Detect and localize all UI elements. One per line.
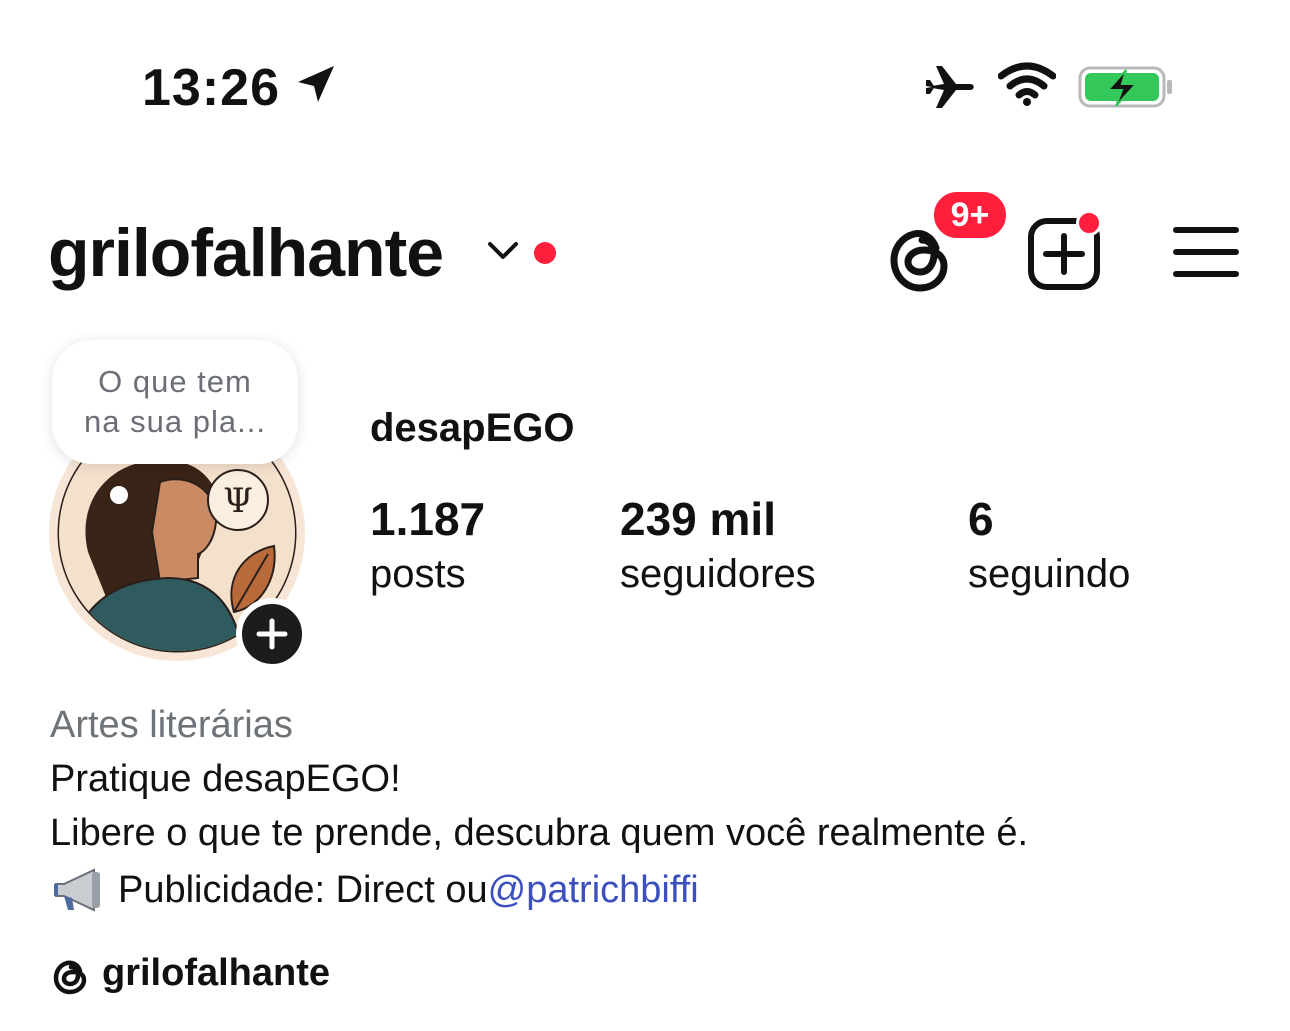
username-switcher[interactable]: grilofalhante — [48, 214, 444, 292]
threads-icon — [53, 960, 87, 994]
threads-link-label: grilofalhante — [102, 952, 331, 994]
status-time: 13:26 — [142, 59, 280, 117]
stat-following-label: seguindo — [968, 552, 1131, 596]
bio-ad-line: Publicidade: Direct ou @patrichbiffi — [50, 866, 699, 914]
location-arrow-icon — [298, 66, 334, 102]
stat-following-value: 6 — [968, 493, 994, 545]
threads-notification-badge: 9+ — [930, 188, 1010, 242]
add-story-button[interactable] — [236, 598, 308, 670]
create-notification-dot — [1076, 210, 1102, 236]
stat-posts[interactable]: 1.187 posts — [370, 492, 485, 602]
stat-followers-label: seguidores — [620, 552, 816, 596]
bio-line: Libere o que te prende, descubra quem vo… — [50, 812, 1029, 854]
account-notification-dot — [534, 242, 556, 264]
note-text-line1: O que tem — [98, 364, 252, 399]
bio-ad-text: Publicidade: Direct ou — [118, 868, 488, 911]
chevron-down-icon[interactable] — [484, 236, 522, 266]
mention-link[interactable]: @patrichbiffi — [488, 869, 699, 912]
bio-line: Pratique desapEGO! — [50, 758, 401, 800]
svg-text:Ψ: Ψ — [223, 481, 253, 521]
plus-icon — [256, 618, 288, 650]
note-text-line2: na sua pla... — [84, 404, 266, 439]
megaphone-icon — [54, 868, 100, 912]
stat-followers[interactable]: 239 mil seguidores — [620, 492, 816, 602]
stat-followers-value: 239 mil — [620, 493, 776, 545]
wifi-icon — [998, 62, 1056, 106]
stat-posts-label: posts — [370, 552, 466, 596]
stat-following[interactable]: 6 seguindo — [968, 492, 1130, 602]
battery-charging-icon — [1078, 66, 1172, 108]
note-bubble-tail — [110, 486, 128, 504]
hamburger-menu-icon[interactable] — [1172, 222, 1240, 282]
airplane-icon — [926, 66, 974, 108]
display-name: desapEGO — [370, 406, 575, 450]
bio-category: Artes literárias — [50, 704, 293, 746]
note-bubble[interactable]: O que tem na sua pla... — [52, 340, 298, 464]
threads-profile-link[interactable]: grilofalhante — [50, 952, 330, 995]
stat-posts-value: 1.187 — [370, 493, 486, 545]
